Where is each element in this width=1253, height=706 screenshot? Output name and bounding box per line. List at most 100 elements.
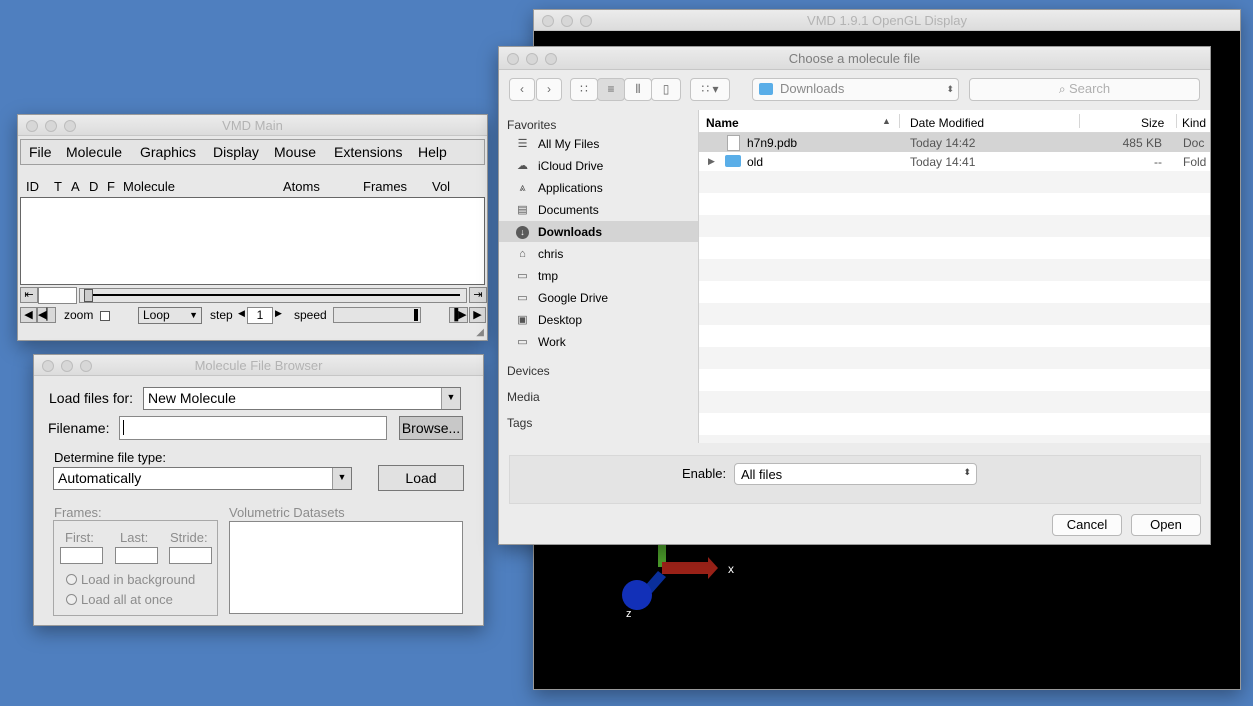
step-entry[interactable]: 1 bbox=[247, 307, 273, 324]
load-all-radio[interactable] bbox=[66, 594, 77, 605]
vmd-menubar: File Molecule Graphics Display Mouse Ext… bbox=[20, 139, 485, 165]
col-vol: Vol bbox=[432, 179, 451, 194]
filename-input[interactable] bbox=[119, 416, 387, 440]
media-heading[interactable]: Media bbox=[507, 390, 540, 404]
load-button[interactable]: Load bbox=[378, 465, 464, 491]
load-background-radio[interactable] bbox=[66, 574, 77, 585]
goto-end-button[interactable]: ⇥ bbox=[469, 287, 487, 303]
menu-extensions[interactable]: Extensions bbox=[334, 144, 402, 160]
play-forward-button[interactable]: ▶ bbox=[469, 307, 486, 323]
devices-heading[interactable]: Devices bbox=[507, 364, 550, 378]
forward-icon[interactable]: › bbox=[536, 78, 562, 101]
sidebar-item-desktop[interactable]: Desktop bbox=[538, 313, 582, 327]
step-label: step bbox=[210, 308, 233, 322]
loop-mode-select[interactable]: Loop ▼ bbox=[138, 307, 202, 324]
enable-bar: Enable: All files ⬍ bbox=[509, 455, 1201, 504]
zoom-checkbox[interactable] bbox=[100, 311, 110, 321]
vmd-main-titlebar[interactable]: VMD Main bbox=[18, 115, 487, 136]
sidebar-item-documents[interactable]: Documents bbox=[538, 203, 599, 217]
sidebar-item-icloud-drive[interactable]: iCloud Drive bbox=[538, 159, 603, 173]
location-popup[interactable]: Downloads ⬍ bbox=[752, 78, 959, 101]
sidebar-item-all-my-files[interactable]: All My Files bbox=[538, 137, 599, 151]
col-name-header[interactable]: Name bbox=[706, 116, 739, 130]
col-fixed: F bbox=[107, 179, 115, 194]
disclosure-triangle-icon[interactable]: ▶ bbox=[708, 156, 715, 167]
file-row-h7n9[interactable]: h7n9.pdb Today 14:42 485 KB Doc bbox=[699, 133, 1210, 152]
step-increment-icon[interactable]: ▶ bbox=[275, 308, 282, 319]
list-view-icon[interactable]: ≡ bbox=[597, 78, 625, 101]
back-icon[interactable]: ‹ bbox=[509, 78, 535, 101]
menu-molecule[interactable]: Molecule bbox=[66, 144, 122, 160]
step-forward-button[interactable]: ▐▶ bbox=[449, 307, 468, 323]
sidebar-item-downloads[interactable]: Downloads bbox=[538, 225, 602, 239]
frame-slider-thumb[interactable] bbox=[84, 289, 93, 302]
cloud-icon: ☁ bbox=[517, 160, 528, 172]
col-size-header[interactable]: Size bbox=[1141, 116, 1164, 130]
file-list: Name ▲ Date Modified Size Kind h7n9.pdb … bbox=[699, 110, 1210, 443]
molecule-list[interactable] bbox=[20, 197, 485, 285]
opengl-titlebar[interactable]: VMD 1.9.1 OpenGL Display bbox=[534, 10, 1240, 31]
sidebar-item-work[interactable]: Work bbox=[538, 335, 566, 349]
col-kind-header[interactable]: Kind bbox=[1182, 116, 1206, 130]
chevron-down-icon: ▼ bbox=[189, 310, 198, 320]
cover-flow-icon[interactable]: ▯ bbox=[651, 78, 681, 101]
sidebar-item-chris[interactable]: chris bbox=[538, 247, 563, 261]
frame-slider[interactable] bbox=[79, 288, 467, 303]
icon-view-icon[interactable]: ∷ bbox=[570, 78, 598, 101]
menu-display[interactable]: Display bbox=[213, 144, 259, 160]
all-files-icon: ☰ bbox=[517, 138, 528, 150]
axes-indicator: x z bbox=[622, 545, 734, 620]
column-view-icon[interactable]: ⫴ bbox=[624, 78, 652, 101]
last-frame-input[interactable] bbox=[115, 547, 158, 564]
play-reverse-button[interactable]: ◀ bbox=[20, 307, 37, 323]
folder-icon: ▭ bbox=[517, 270, 528, 282]
load-for-label: Load files for: bbox=[49, 390, 134, 406]
menu-help[interactable]: Help bbox=[418, 144, 447, 160]
applications-icon: ⩓ bbox=[519, 182, 526, 194]
empty-rows bbox=[699, 171, 1210, 443]
file-size: 485 KB bbox=[1122, 136, 1162, 150]
sidebar-item-tmp[interactable]: tmp bbox=[538, 269, 558, 283]
file-type-label: Determine file type: bbox=[54, 450, 166, 465]
folder-icon bbox=[725, 155, 741, 167]
step-back-button[interactable]: ◀▏ bbox=[37, 307, 56, 323]
browse-button[interactable]: Browse... bbox=[399, 416, 463, 440]
col-date-header[interactable]: Date Modified bbox=[910, 116, 984, 130]
tags-heading[interactable]: Tags bbox=[507, 416, 532, 430]
resize-grip-icon[interactable]: ◢ bbox=[476, 327, 484, 338]
speed-slider-thumb[interactable] bbox=[414, 309, 418, 321]
speed-label: speed bbox=[294, 308, 327, 322]
menu-file[interactable]: File bbox=[29, 144, 52, 160]
enable-select[interactable]: All files ⬍ bbox=[734, 463, 977, 485]
frame-entry[interactable] bbox=[38, 287, 77, 304]
home-icon: ⌂ bbox=[519, 248, 526, 260]
search-field[interactable]: ⌕ Search bbox=[969, 78, 1200, 101]
document-icon bbox=[727, 135, 740, 151]
open-button[interactable]: Open bbox=[1131, 514, 1201, 536]
file-kind: Fold bbox=[1183, 155, 1207, 169]
file-type-select[interactable]: Automatically ▼ bbox=[53, 467, 352, 490]
search-placeholder: Search bbox=[1068, 81, 1111, 96]
volumetric-list[interactable] bbox=[229, 521, 463, 614]
speed-slider[interactable] bbox=[333, 307, 421, 323]
cancel-button[interactable]: Cancel bbox=[1052, 514, 1122, 536]
file-browser-title: Molecule File Browser bbox=[194, 358, 323, 373]
menu-graphics[interactable]: Graphics bbox=[140, 144, 196, 160]
file-browser-titlebar[interactable]: Molecule File Browser bbox=[34, 355, 483, 376]
file-date: Today 14:41 bbox=[910, 155, 976, 169]
downloads-folder-icon bbox=[759, 83, 773, 95]
sidebar-item-google-drive[interactable]: Google Drive bbox=[538, 291, 608, 305]
first-frame-input[interactable] bbox=[60, 547, 103, 564]
first-label: First: bbox=[65, 530, 94, 545]
load-for-select[interactable]: New Molecule ▼ bbox=[143, 387, 461, 410]
goto-start-button[interactable]: ⇤ bbox=[20, 287, 38, 303]
step-decrement-icon[interactable]: ◀ bbox=[238, 308, 245, 319]
menu-mouse[interactable]: Mouse bbox=[274, 144, 316, 160]
sidebar-item-applications[interactable]: Applications bbox=[538, 181, 603, 195]
volumetric-label: Volumetric Datasets bbox=[229, 505, 345, 520]
stride-input[interactable] bbox=[169, 547, 212, 564]
downloads-icon: ↓ bbox=[516, 226, 529, 239]
file-row-old[interactable]: ▶ old Today 14:41 -- Fold bbox=[699, 152, 1210, 171]
arrange-icon[interactable]: ∷ ▾ bbox=[690, 78, 730, 101]
chooser-titlebar[interactable]: Choose a molecule file bbox=[499, 47, 1210, 70]
